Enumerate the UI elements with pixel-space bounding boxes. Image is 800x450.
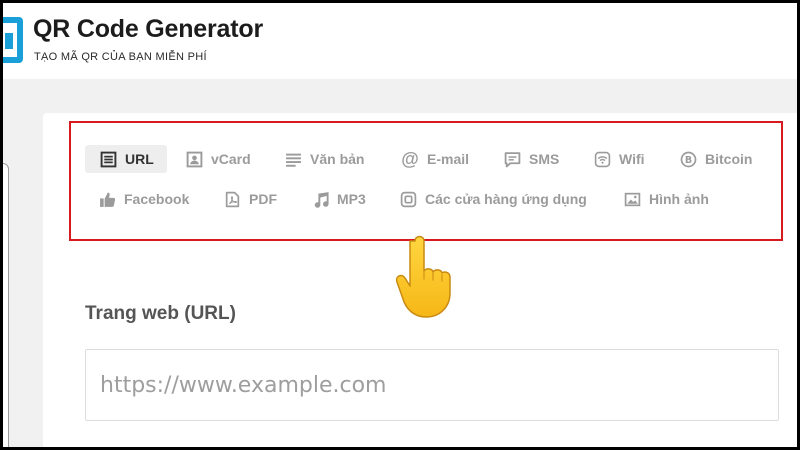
text-lines-icon xyxy=(284,150,302,168)
document-lines-icon xyxy=(99,150,117,168)
app-header: QR Code Generator TẠO MÃ QR CỦA BẠN MIỄN… xyxy=(3,3,797,79)
music-note-icon xyxy=(311,190,329,208)
tab-label: URL xyxy=(125,151,154,167)
url-input[interactable] xyxy=(85,349,779,421)
contact-card-icon xyxy=(185,150,203,168)
qr-logo-icon[interactable] xyxy=(3,17,23,63)
bitcoin-icon: B xyxy=(679,150,697,168)
tab-label: MP3 xyxy=(337,191,366,207)
tab-bitcoin[interactable]: B Bitcoin xyxy=(679,145,752,173)
tab-sms[interactable]: SMS xyxy=(503,145,559,173)
tab-label: E-mail xyxy=(427,151,470,167)
wifi-icon xyxy=(593,150,611,168)
tab-label: Các cửa hàng ứng dụng xyxy=(425,191,587,207)
tab-text[interactable]: Văn bản xyxy=(284,145,364,173)
tab-label: SMS xyxy=(529,151,560,167)
tab-url[interactable]: URL xyxy=(85,145,167,173)
tab-label: PDF xyxy=(249,191,277,207)
chat-bubble-icon xyxy=(503,150,521,168)
tab-facebook[interactable]: Facebook xyxy=(98,185,189,213)
tab-label: Hình ảnh xyxy=(649,191,709,207)
tab-label: Bitcoin xyxy=(705,151,753,167)
tab-mp3[interactable]: MP3 xyxy=(311,185,366,213)
tab-app-stores[interactable]: Các cửa hàng ứng dụng xyxy=(399,185,587,213)
tab-label: Wifi xyxy=(619,151,645,167)
tab-label: Facebook xyxy=(124,191,190,207)
svg-text:B: B xyxy=(684,154,691,165)
tab-vcard[interactable]: vCard xyxy=(185,145,251,173)
side-panel-edge xyxy=(3,163,9,447)
pdf-file-icon xyxy=(223,190,241,208)
tab-image[interactable]: Hình ảnh xyxy=(623,185,709,213)
browser-viewport: QR Code Generator TẠO MÃ QR CỦA BẠN MIỄN… xyxy=(3,3,797,447)
tab-pdf[interactable]: PDF xyxy=(223,185,277,213)
tab-wifi[interactable]: Wifi xyxy=(593,145,645,173)
at-sign-icon: @ xyxy=(401,148,419,169)
tab-label: Văn bản xyxy=(310,151,365,167)
pointing-hand-icon xyxy=(395,235,451,318)
url-field-label: Trang web (URL) xyxy=(85,303,236,324)
app-subtitle: TẠO MÃ QR CỦA BẠN MIỄN PHÍ xyxy=(34,51,207,63)
thumbs-up-icon xyxy=(98,190,116,208)
app-store-icon xyxy=(399,190,417,208)
app-title: QR Code Generator xyxy=(33,15,263,43)
qr-type-tabs-highlight: URL vCard Văn bản @ E-mail SMS Wifi B Bi… xyxy=(69,121,783,241)
image-icon xyxy=(623,190,641,208)
tab-label: vCard xyxy=(211,151,251,167)
tab-email[interactable]: @ E-mail xyxy=(401,145,469,173)
